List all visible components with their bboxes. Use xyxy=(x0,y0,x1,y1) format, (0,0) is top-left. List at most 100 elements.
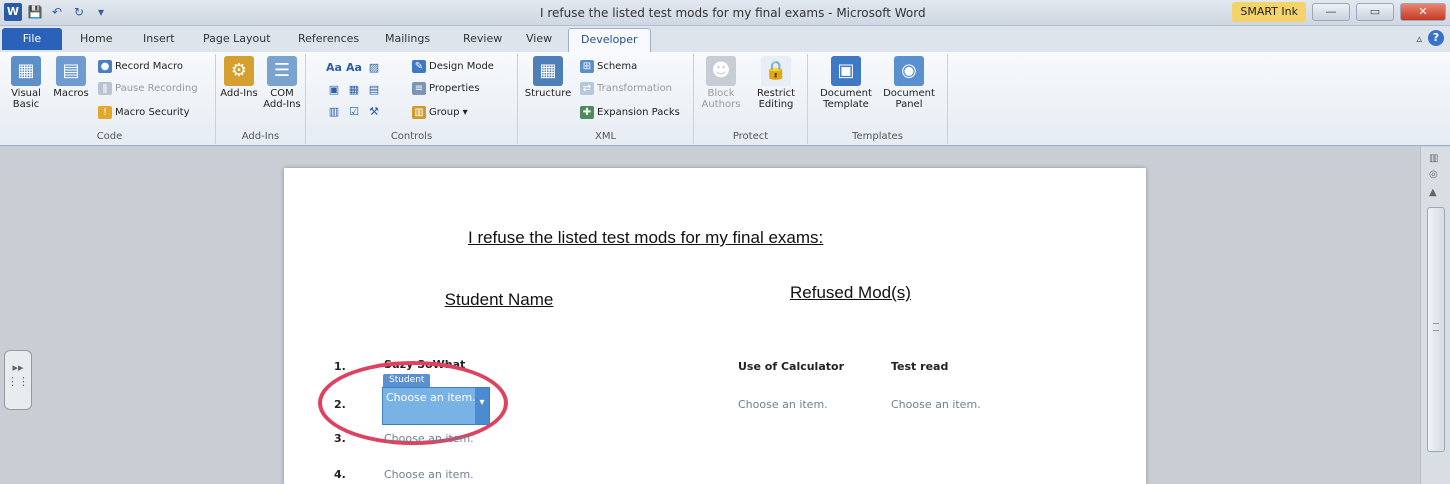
document-panel-label: Document Panel xyxy=(883,88,935,110)
legacy-tools-icon[interactable]: ⚒ xyxy=(366,104,382,119)
scroll-up-icon[interactable]: ▲ xyxy=(1429,187,1437,198)
design-mode-button[interactable]: ✎ Design Mode xyxy=(412,60,494,73)
record-macro-icon: ● xyxy=(98,60,112,73)
document-page[interactable]: I refuse the listed test mods for my fin… xyxy=(284,168,1146,484)
refused-mod-cell[interactable]: Use of Calculator xyxy=(738,360,844,373)
minimize-ribbon-icon[interactable]: ▵ xyxy=(1416,32,1422,45)
combo-box-control-icon[interactable]: ▦ xyxy=(346,82,362,97)
macro-security-label: Macro Security xyxy=(115,107,190,118)
vertical-scrollbar[interactable]: ▥ ◎ ▲ xyxy=(1420,147,1450,484)
help-area: ▵ ? xyxy=(1416,30,1444,46)
visual-basic-label: Visual Basic xyxy=(11,88,41,110)
refused-mod-cell[interactable]: Test read xyxy=(891,360,948,373)
plain-text-control-icon[interactable]: Aa xyxy=(346,60,362,75)
group-icon: ▥ xyxy=(412,106,426,119)
column-header-student-name: Student Name xyxy=(444,290,554,309)
building-block-control-icon[interactable]: ▣ xyxy=(326,82,342,97)
properties-label: Properties xyxy=(429,83,480,94)
lock-icon: 🔒 xyxy=(761,56,791,86)
restrict-editing-label: Restrict Editing xyxy=(756,88,796,110)
tab-file[interactable]: File xyxy=(2,28,62,50)
ribbon: ▦ Visual Basic ▤ Macros ● Record Macro ǁ… xyxy=(0,52,1450,146)
block-authors-icon: ☻ xyxy=(706,56,736,86)
properties-icon: ≡ xyxy=(412,82,426,95)
protect-group: ☻ Block Authors 🔒 Restrict Editing Prote… xyxy=(694,54,808,144)
group-button[interactable]: ▥ Group ▾ xyxy=(412,106,468,119)
student-dropdown[interactable]: Choose an item. xyxy=(384,432,474,445)
scroll-grip-icon xyxy=(1433,323,1439,331)
window-controls: SMART Ink — ▭ ✕ xyxy=(1232,2,1446,22)
xml-group: ▦ Structure ⊞ Schema ⇄ Transformation ✚ … xyxy=(518,54,694,144)
refused-mod-dropdown[interactable]: Choose an item. xyxy=(738,398,828,411)
tab-developer[interactable]: Developer xyxy=(568,28,651,52)
minimize-button[interactable]: — xyxy=(1312,3,1350,21)
tab-mailings[interactable]: Mailings xyxy=(385,32,430,45)
row-number: 1. xyxy=(334,360,346,373)
smart-ink-button[interactable]: SMART Ink xyxy=(1232,2,1306,22)
picture-control-icon[interactable]: ▨ xyxy=(366,60,382,75)
controls-group: Aa Aa ▨ ▣ ▦ ▤ ▥ ☑ ⚒ ✎ Design Mode ≡ Prop… xyxy=(306,54,518,144)
gear-icon: ⚙ xyxy=(224,56,254,86)
tab-home[interactable]: Home xyxy=(80,32,112,45)
templates-group-label: Templates xyxy=(852,131,903,142)
maximize-button[interactable]: ▭ xyxy=(1356,3,1394,21)
pause-icon: ǁ xyxy=(98,82,112,95)
schema-label: Schema xyxy=(597,61,638,72)
com-addins-button[interactable]: ☰ COM Add-Ins xyxy=(262,56,302,110)
expansion-packs-icon: ✚ xyxy=(580,106,594,119)
tab-page-layout[interactable]: Page Layout xyxy=(203,32,271,45)
document-template-icon: ▣ xyxy=(831,56,861,86)
addins-button[interactable]: ⚙ Add-Ins xyxy=(218,56,260,99)
word-logo-icon[interactable]: W xyxy=(4,3,22,21)
title-bar: W 💾 ↶ ↻ ▾ I refuse the listed test mods … xyxy=(0,0,1450,26)
restrict-editing-button[interactable]: 🔒 Restrict Editing xyxy=(752,56,800,110)
document-panel-button[interactable]: ◉ Document Panel xyxy=(880,56,938,110)
student-dropdown[interactable]: Choose an item. xyxy=(384,468,474,481)
ribbon-tabs: File Home Insert Page Layout References … xyxy=(0,26,1450,52)
macro-security-button[interactable]: ! Macro Security xyxy=(98,106,190,119)
xml-group-label: XML xyxy=(594,131,617,142)
rich-text-control-icon[interactable]: Aa xyxy=(326,60,342,75)
expansion-packs-label: Expansion Packs xyxy=(597,107,680,118)
ruler-toggle-icon[interactable]: ▥ xyxy=(1429,153,1438,164)
schema-button[interactable]: ⊞ Schema xyxy=(580,60,637,73)
side-panel-handle[interactable]: ▸▸ ⋮⋮ xyxy=(4,350,32,410)
tab-insert[interactable]: Insert xyxy=(143,32,175,45)
checkbox-control-icon[interactable]: ☑ xyxy=(346,104,362,119)
dropdown-control-icon[interactable]: ▤ xyxy=(366,82,382,97)
record-macro-label: Record Macro xyxy=(115,61,183,72)
help-icon[interactable]: ? xyxy=(1428,30,1444,46)
scroll-thumb[interactable] xyxy=(1427,207,1445,452)
controls-group-label: Controls xyxy=(390,131,433,142)
tab-view[interactable]: View xyxy=(526,32,552,45)
document-template-button[interactable]: ▣ Document Template xyxy=(814,56,878,110)
macros-button[interactable]: ▤ Macros xyxy=(52,56,90,99)
visual-basic-button[interactable]: ▦ Visual Basic xyxy=(6,56,46,110)
document-heading: I refuse the listed test mods for my fin… xyxy=(468,228,824,247)
customize-qat-icon[interactable]: ▾ xyxy=(92,3,110,21)
record-macro-button[interactable]: ● Record Macro xyxy=(98,60,183,73)
expansion-packs-button[interactable]: ✚ Expansion Packs xyxy=(580,106,680,119)
close-button[interactable]: ✕ xyxy=(1400,3,1446,21)
warning-icon: ! xyxy=(98,106,112,119)
addins-group-label: Add-Ins xyxy=(241,131,280,142)
date-picker-control-icon[interactable]: ▥ xyxy=(326,104,342,119)
transformation-button[interactable]: ⇄ Transformation xyxy=(580,82,672,95)
structure-button[interactable]: ▦ Structure xyxy=(522,56,574,99)
macros-icon: ▤ xyxy=(56,56,86,86)
tab-review[interactable]: Review xyxy=(463,32,502,45)
undo-icon[interactable]: ↶ xyxy=(48,3,66,21)
view-toggle-icon[interactable]: ◎ xyxy=(1429,169,1438,180)
code-group: ▦ Visual Basic ▤ Macros ● Record Macro ǁ… xyxy=(4,54,216,144)
properties-button[interactable]: ≡ Properties xyxy=(412,82,480,95)
redo-icon[interactable]: ↻ xyxy=(70,3,88,21)
block-authors-label: Block Authors xyxy=(701,88,741,110)
block-authors-button[interactable]: ☻ Block Authors xyxy=(698,56,744,110)
tab-references[interactable]: References xyxy=(298,32,359,45)
save-icon[interactable]: 💾 xyxy=(26,3,44,21)
refused-mod-dropdown[interactable]: Choose an item. xyxy=(891,398,981,411)
window-title: I refuse the listed test mods for my fin… xyxy=(540,6,926,20)
pause-recording-button[interactable]: ǁ Pause Recording xyxy=(98,82,198,95)
column-header-refused-mods: Refused Mod(s) xyxy=(790,283,911,302)
design-mode-label: Design Mode xyxy=(429,61,494,72)
